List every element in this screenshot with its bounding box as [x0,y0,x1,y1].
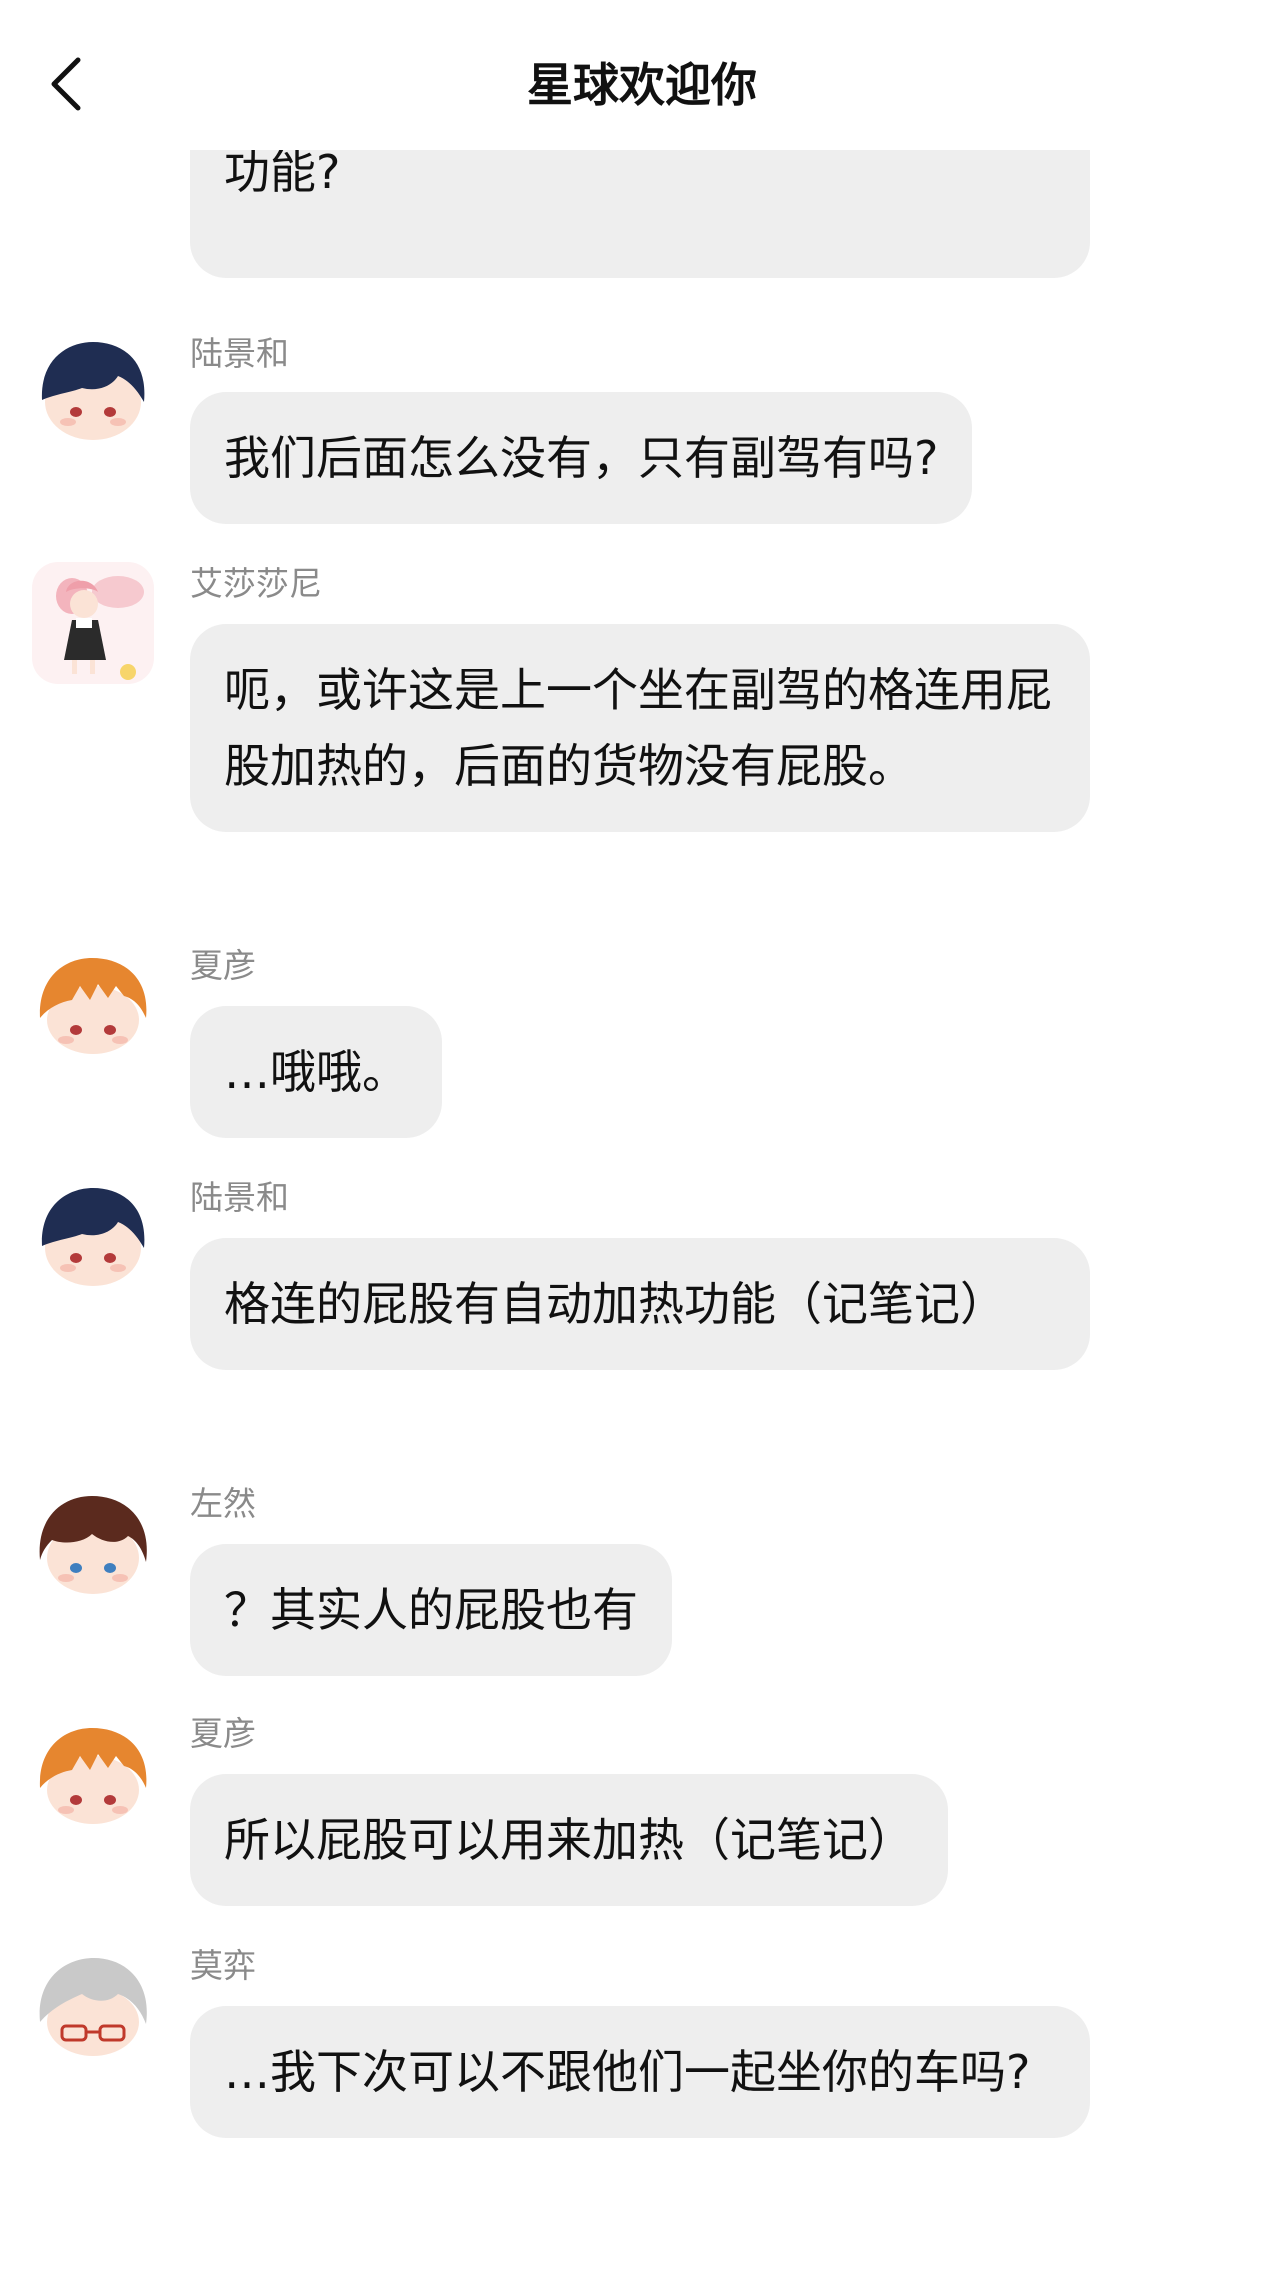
navy-hair-avatar-icon [32,1176,154,1298]
message-text: 我们后面怎么没有，只有副驾有吗? [224,431,939,485]
message-text: 格连的屁股有自动加热功能（记笔记） [224,1277,1006,1331]
sender-name: 夏彦 [190,1714,256,1753]
message-bubble[interactable]: …我下次可以不跟他们一起坐你的车吗? [190,2006,1090,2138]
orange-hair-avatar-icon [32,1714,154,1836]
message-text: 所以屁股可以用来加热（记笔记） [224,1813,914,1867]
brown-hair-avatar-icon [32,1484,154,1606]
message-bubble[interactable]: 格连的屁股有自动加热功能（记笔记） [190,1238,1090,1370]
sender-name: 夏彦 [190,946,256,985]
pink-bunny-avatar-icon [32,562,154,684]
message-text: …哦哦。 [224,1045,408,1099]
top-bar: 星球欢迎你 [0,0,1284,150]
sender-name: 陆景和 [190,334,289,373]
message-text: …我下次可以不跟他们一起坐你的车吗? [224,2045,1031,2099]
message-text: 呃，或许这是上一个坐在副驾的格连用屁股加热的，后面的货物没有屁股。 [224,663,1052,793]
avatar[interactable] [32,330,154,452]
orange-hair-avatar-icon [32,944,154,1066]
message-bubble[interactable]: 呃，或许这是上一个坐在副驾的格连用屁股加热的，后面的货物没有屁股。 [190,624,1090,832]
avatar[interactable] [32,944,154,1066]
message-text: ？其实人的屁股也有 [224,1583,638,1637]
message-bubble[interactable]: 我们后面怎么没有，只有副驾有吗? [190,392,973,524]
sender-name: 陆景和 [190,1178,289,1217]
sender-name: 艾莎莎尼 [190,564,322,603]
sender-name: 左然 [190,1484,256,1523]
navy-hair-avatar-icon [32,330,154,452]
chat-title: 星球欢迎你 [527,58,757,112]
avatar[interactable] [32,1484,154,1606]
avatar[interactable] [32,1176,154,1298]
avatar[interactable] [32,1946,154,2068]
avatar[interactable] [32,1714,154,1836]
sender-name: 莫弈 [190,1946,256,1985]
chat-screen-main: 星球欢迎你 艾莎莎尼的车什么时候加了座椅自动加热功能? 星球欢迎你 陆景和 我们… [0,0,1284,2283]
message-bubble[interactable]: …哦哦。 [190,1006,442,1138]
grey-hair-glasses-avatar-icon [32,1946,154,2068]
avatar[interactable] [32,562,154,684]
message-bubble[interactable]: ？其实人的屁股也有 [190,1544,672,1676]
message-bubble[interactable]: 所以屁股可以用来加热（记笔记） [190,1774,948,1906]
